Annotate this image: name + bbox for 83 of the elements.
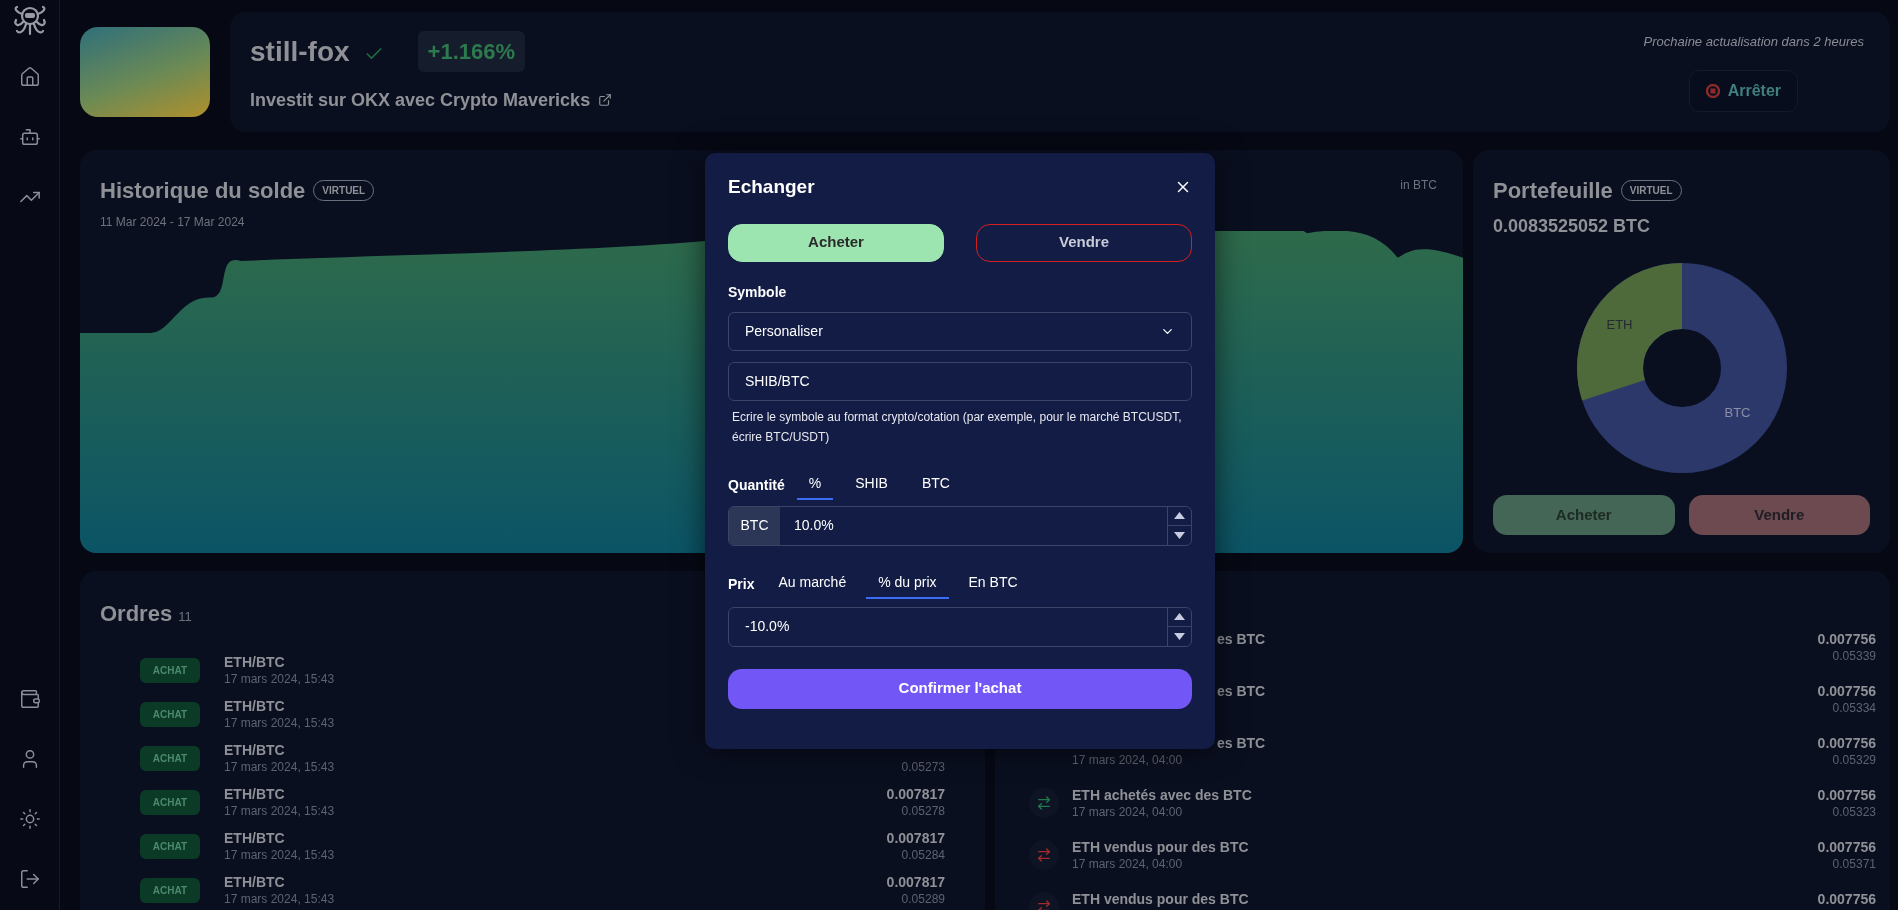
transaction-amount: 0.007756 [1817, 682, 1876, 700]
order-pair: ETH/BTC [224, 741, 286, 759]
symbol-help-text: Ecrire le symbole au format crypto/cotation (par exemple, pour le marché BTCUSDT, écrire BTC/USDT) [731, 408, 1183, 446]
order-amount: 0.007817 [886, 873, 945, 891]
buy-tab[interactable]: Acheter [728, 223, 944, 262]
order-count: 11 [178, 608, 192, 626]
stop-button[interactable]: Arrêter [1688, 69, 1798, 112]
order-side-badge: ACHAT [140, 789, 200, 815]
transaction-price: 0.05329 [1832, 752, 1876, 768]
symbol-input[interactable]: SHIB/BTC [728, 361, 1192, 401]
order-time: 17 mars 2024, 15:43 [224, 671, 335, 687]
order-time: 17 mars 2024, 15:43 [224, 847, 335, 863]
unit-tab[interactable]: Au marché [766, 571, 859, 599]
performance-badge: +1.166% [417, 31, 526, 72]
order-price: 0.05273 [901, 759, 945, 775]
dialog-title: Echanger [728, 175, 815, 199]
symbol-select[interactable]: Personaliser [728, 311, 1192, 351]
bot-subtitle: Investit sur OKX avec Crypto Mavericks [250, 88, 591, 112]
transaction-price: 0.05339 [1832, 648, 1876, 664]
date-range: 11 Mar 2024 - 17 Mar 2024 [100, 214, 246, 231]
order-amount: 0.007817 [886, 785, 945, 803]
transaction-title: es BTC [1217, 630, 1266, 648]
transaction-time: 17 mars 2024, 04:00 [1072, 856, 1184, 872]
transaction-time: 17 mars 2024, 04:00 [1072, 804, 1184, 820]
field-label: Symbole [728, 282, 788, 302]
order-time: 17 mars 2024, 15:43 [224, 759, 335, 775]
order-side-badge: ACHAT [140, 877, 200, 903]
order-price: 0.05278 [901, 803, 945, 819]
unit-label: in BTC [1400, 177, 1438, 194]
order-pair: ETH/BTC [224, 697, 286, 715]
confirm-button[interactable]: Confirmer l'achat [728, 668, 1192, 709]
number-stepper[interactable] [1167, 506, 1191, 545]
price-field[interactable]: -10.0% [728, 606, 1192, 647]
transaction-amount: 0.007756 [1817, 786, 1876, 804]
order-pair: ETH/BTC [224, 653, 286, 671]
transaction-amount: 0.007756 [1817, 890, 1876, 908]
next-update-note: Prochaine actualisation dans 2 heures [1643, 33, 1864, 52]
transaction-title: es BTC [1217, 734, 1266, 752]
number-stepper[interactable] [1167, 607, 1191, 646]
transaction-title: es BTC [1217, 682, 1266, 700]
field-label: Quantité [728, 475, 785, 495]
order-time: 17 mars 2024, 15:43 [224, 891, 335, 907]
currency-prefix: BTC [729, 506, 780, 545]
unit-tab[interactable]: SHIB [843, 472, 900, 500]
unit-tab[interactable]: % [796, 472, 834, 500]
price-value: -10.0% [744, 617, 791, 636]
quantity-field[interactable]: BTC 10.0% [728, 505, 1192, 546]
chart-label: ETH [1606, 315, 1633, 334]
order-time: 17 mars 2024, 15:43 [224, 715, 335, 731]
sell-tab[interactable]: Vendre [976, 223, 1192, 262]
order-side-badge: ACHAT [140, 657, 200, 683]
order-price: 0.05284 [901, 847, 945, 863]
unit-tab[interactable]: % du prix [866, 571, 949, 599]
field-label: Prix [728, 574, 755, 594]
order-side-badge: ACHAT [140, 745, 200, 771]
transaction-title: ETH achetés avec des BTC [1072, 786, 1252, 804]
order-pair: ETH/BTC [224, 873, 286, 891]
transaction-amount: 0.007756 [1817, 630, 1876, 648]
transaction-amount: 0.007756 [1817, 734, 1876, 752]
order-price: 0.05289 [901, 891, 945, 907]
order-side-badge: ACHAT [140, 701, 200, 727]
transaction-title: ETH vendus pour des BTC [1072, 890, 1249, 908]
unit-tab[interactable]: En BTC [956, 571, 1030, 599]
transaction-time: 17 mars 2024, 04:00 [1072, 752, 1184, 768]
bot-name: still-fox [250, 34, 350, 69]
transaction-price: 0.05371 [1832, 856, 1876, 872]
order-pair: ETH/BTC [224, 829, 286, 847]
chart-label: BTC [1724, 403, 1751, 422]
quantity-value: 10.0% [793, 516, 835, 535]
portfolio-total: 0.0083525052 BTC [1493, 215, 1652, 238]
order-time: 17 mars 2024, 15:43 [224, 803, 335, 819]
card-title: Historique du solde [100, 177, 306, 205]
transaction-amount: 0.007756 [1817, 838, 1876, 856]
transaction-price: 0.05323 [1832, 804, 1876, 820]
order-amount: 0.007817 [886, 829, 945, 847]
transaction-title: ETH vendus pour des BTC [1072, 838, 1249, 856]
card-title: Portefeuille [1493, 177, 1613, 205]
external-link-icon[interactable] [598, 93, 613, 107]
order-side-badge: ACHAT [140, 833, 200, 859]
transaction-price: 0.05334 [1832, 700, 1876, 716]
unit-tab[interactable]: BTC [909, 472, 962, 500]
order-pair: ETH/BTC [224, 785, 286, 803]
card-title: Ordres [100, 600, 173, 628]
